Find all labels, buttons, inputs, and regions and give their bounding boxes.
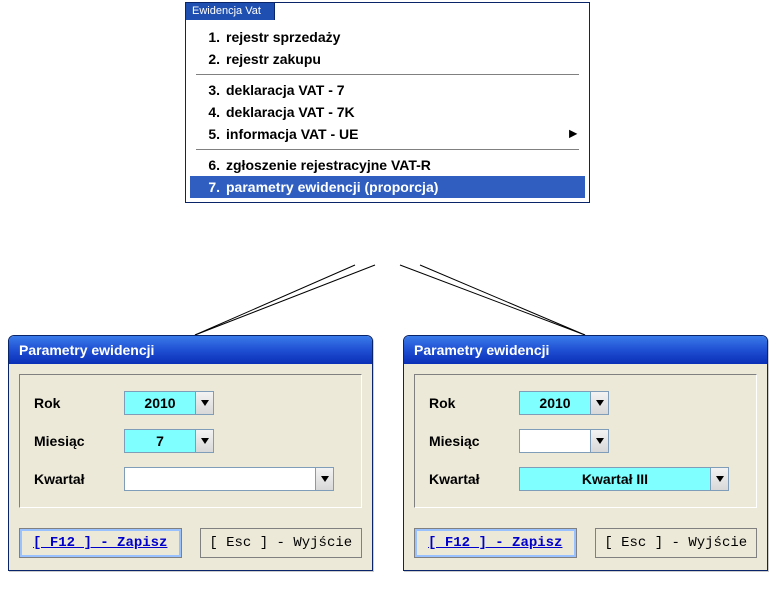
field-group: Rok 2010 Miesiąc 7 Kwartał [19, 374, 362, 508]
label-rok: Rok [34, 395, 124, 411]
label-kwartal: Kwartał [429, 471, 519, 487]
label-kwartal: Kwartał [34, 471, 124, 487]
menu-item-number: 2. [194, 51, 226, 67]
field-group: Rok 2010 Miesiąc Kwartał [414, 374, 757, 508]
menu-item-deklaracja-vat7k[interactable]: 4. deklaracja VAT - 7K [190, 101, 585, 123]
combo-miesiac[interactable] [519, 429, 609, 453]
combo-value [125, 468, 315, 490]
dialog-titlebar[interactable]: Parametry ewidencji [404, 336, 767, 364]
dialog-title: Parametry ewidencji [19, 342, 154, 358]
menu-item-label: informacja VAT - UE [226, 126, 581, 142]
menu-item-rejestr-zakupu[interactable]: 2. rejestr zakupu [190, 48, 585, 70]
row-rok: Rok 2010 [429, 391, 742, 415]
exit-button[interactable]: [ Esc ] - Wyjście [595, 528, 758, 558]
menu-separator [196, 149, 579, 150]
exit-button[interactable]: [ Esc ] - Wyjście [200, 528, 363, 558]
combo-value: 2010 [125, 392, 195, 414]
row-kwartal: Kwartał Kwartał III [429, 467, 742, 491]
combo-kwartal[interactable]: Kwartał III [519, 467, 729, 491]
dropdown-button-icon[interactable] [710, 468, 728, 490]
combo-miesiac[interactable]: 7 [124, 429, 214, 453]
save-button[interactable]: [ F12 ] - Zapisz [19, 528, 182, 558]
row-miesiac: Miesiąc 7 [34, 429, 347, 453]
menu-item-label: rejestr zakupu [226, 51, 581, 67]
combo-value: 2010 [520, 392, 590, 414]
menu-item-number: 6. [194, 157, 226, 173]
combo-rok[interactable]: 2010 [124, 391, 214, 415]
parameters-dialog-monthly: Parametry ewidencji Rok 2010 Miesiąc 7 [8, 335, 373, 571]
row-rok: Rok 2010 [34, 391, 347, 415]
dropdown-button-icon[interactable] [590, 392, 608, 414]
menu-item-label: parametry ewidencji (proporcja) [226, 179, 581, 195]
menu-item-label: deklaracja VAT - 7 [226, 82, 581, 98]
menu-item-deklaracja-vat7[interactable]: 3. deklaracja VAT - 7 [190, 79, 585, 101]
dialog-buttons: [ F12 ] - Zapisz [ Esc ] - Wyjście [9, 518, 372, 570]
dialog-buttons: [ F12 ] - Zapisz [ Esc ] - Wyjście [404, 518, 767, 570]
combo-value: Kwartał III [520, 468, 710, 490]
submenu-arrow-icon: ▶ [569, 129, 577, 140]
dropdown-button-icon[interactable] [195, 392, 213, 414]
menu-item-label: rejestr sprzedaży [226, 29, 581, 45]
dialog-title: Parametry ewidencji [414, 342, 549, 358]
row-miesiac: Miesiąc [429, 429, 742, 453]
combo-value: 7 [125, 430, 195, 452]
menu-separator [196, 74, 579, 75]
menu-item-zgloszenie-vatr[interactable]: 6. zgłoszenie rejestracyjne VAT-R [190, 154, 585, 176]
label-miesiac: Miesiąc [429, 433, 519, 449]
dropdown-button-icon[interactable] [590, 430, 608, 452]
dialog-body: Rok 2010 Miesiąc 7 Kwartał [9, 364, 372, 518]
menu-item-label: zgłoszenie rejestracyjne VAT-R [226, 157, 581, 173]
save-button[interactable]: [ F12 ] - Zapisz [414, 528, 577, 558]
parameters-dialog-quarterly: Parametry ewidencji Rok 2010 Miesiąc [403, 335, 768, 571]
combo-rok[interactable]: 2010 [519, 391, 609, 415]
vat-menu: Ewidencja Vat 1. rejestr sprzedaży 2. re… [185, 2, 590, 203]
dropdown-button-icon[interactable] [195, 430, 213, 452]
menu-item-parametry-ewidencji[interactable]: 7. parametry ewidencji (proporcja) [190, 176, 585, 198]
menu-item-informacja-vat-ue[interactable]: 5. informacja VAT - UE ▶ [190, 123, 585, 145]
combo-value [520, 430, 590, 452]
menu-item-number: 4. [194, 104, 226, 120]
menu-item-label: deklaracja VAT - 7K [226, 104, 581, 120]
menu-item-number: 5. [194, 126, 226, 142]
menu-item-number: 1. [194, 29, 226, 45]
dropdown-button-icon[interactable] [315, 468, 333, 490]
menu-body: 1. rejestr sprzedaży 2. rejestr zakupu 3… [186, 20, 589, 202]
dialog-titlebar[interactable]: Parametry ewidencji [9, 336, 372, 364]
menu-item-number: 7. [194, 179, 226, 195]
row-kwartal: Kwartał [34, 467, 347, 491]
dialog-body: Rok 2010 Miesiąc Kwartał [404, 364, 767, 518]
menu-item-rejestr-sprzedazy[interactable]: 1. rejestr sprzedaży [190, 26, 585, 48]
menu-item-number: 3. [194, 82, 226, 98]
combo-kwartal[interactable] [124, 467, 334, 491]
label-rok: Rok [429, 395, 519, 411]
menu-title: Ewidencja Vat [185, 2, 275, 20]
label-miesiac: Miesiąc [34, 433, 124, 449]
